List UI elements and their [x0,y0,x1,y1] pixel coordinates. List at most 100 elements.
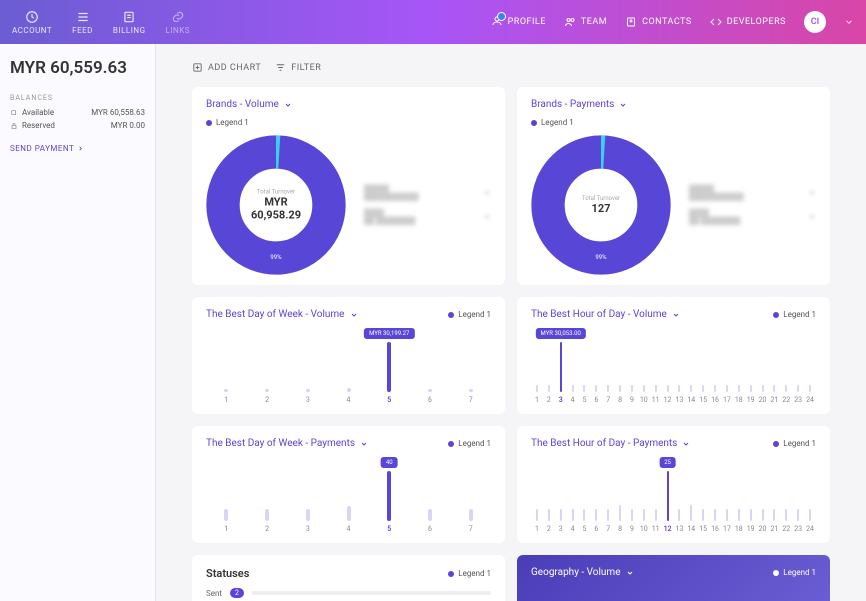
bar [265,509,269,522]
bar-label: 7 [469,525,473,533]
bar-col: 19 [745,509,757,533]
card-title[interactable]: The Best Hour of Day - Payments [531,438,690,449]
bar-label: 12 [664,396,672,404]
legend: Legend 1 [531,118,816,127]
tab-feed[interactable]: FEED [72,10,93,35]
bar-col: 1 [206,509,247,534]
bar-label: 17 [723,525,731,533]
bar [595,385,597,392]
bar-col: MYR 30,199.275 [369,342,410,404]
content: ADD CHART FILTER Brands - Volume Legend … [156,44,866,601]
nav-profile[interactable]: PROFILE [491,15,546,30]
card-title[interactable]: Brands - Payments [531,99,816,110]
bar-label: 16 [711,525,719,533]
bar-label: 6 [594,525,598,533]
tab-links[interactable]: LINKS [166,10,190,35]
bar-tooltip: 25 [659,457,676,468]
bar-col: 7 [602,509,614,533]
bar-label: 19 [747,396,755,404]
bar-label: 5 [387,525,391,533]
bar [595,509,597,521]
bar-label: 15 [699,396,707,404]
bar-col: 14 [685,505,697,533]
bar [306,389,310,392]
tab-billing[interactable]: BILLING [113,10,146,35]
card-title[interactable]: The Best Hour of Day - Volume [531,309,680,320]
add-chart-button[interactable]: ADD CHART [192,62,261,73]
bar [469,509,473,522]
tab-account[interactable]: ACCOUNT [12,10,52,35]
bar [428,389,432,392]
card-title[interactable]: Brands - Volume [206,99,491,110]
card-title: Statuses [206,567,249,580]
bar-col: 10 [638,509,650,533]
bar-col: 15 [697,509,709,533]
side-list: ████████████████ ██████ ████████ [689,185,816,225]
bar-col: 1 [531,385,543,404]
bar [750,385,752,392]
bar-col: 24 [804,509,816,533]
chevron-down-icon [284,101,292,109]
bar [347,388,351,392]
chevron-down-icon[interactable] [844,17,854,27]
bar [548,385,550,392]
bar-label: 12 [664,525,672,533]
chevron-right-icon [77,145,84,152]
bar-col: 4 [328,506,369,533]
card-hour-payments: The Best Hour of Day - Payments Legend 1… [517,426,830,543]
bar-col: 14 [685,385,697,404]
bar-label: 10 [640,525,648,533]
bar-label: 23 [794,525,802,533]
nav-developers[interactable]: DEVELOPERS [710,16,786,28]
bar-col: 1 [206,389,247,404]
chevron-down-icon [483,189,491,197]
bar [643,509,645,521]
bar [607,509,609,521]
bar-label: 3 [559,396,563,404]
balances-label: BALANCES [10,94,145,102]
send-payment-link[interactable]: SEND PAYMENT [10,144,145,153]
bar-col: 16 [709,385,721,404]
bar-label: 2 [547,525,551,533]
bar [809,509,811,521]
filter-button[interactable]: FILTER [275,62,321,73]
balance-total: MYR 60,559.63 [10,58,145,78]
balance-available: Available MYR 60,558.63 [10,108,145,117]
nav-team[interactable]: TEAM [564,16,607,28]
card-title[interactable]: Geography - Volume [531,567,634,578]
bar-col: 4 [567,385,579,404]
chevron-down-icon [619,101,627,109]
bar [536,385,538,392]
bar [572,509,574,521]
bar-col: 7 [450,389,491,404]
card-brands-payments: Brands - Payments Legend 1 Total Turnove… [517,87,830,285]
header-tabs: ACCOUNT FEED BILLING LINKS [12,10,190,35]
bar-label: 23 [794,396,802,404]
bar [655,385,657,392]
toolbar: ADD CHART FILTER [192,62,830,73]
bar [773,509,775,521]
plus-square-icon [192,62,203,73]
bar-label: 5 [582,525,586,533]
bar-col: 22 [780,385,792,404]
bar [536,509,538,521]
bar-col: 5 [579,385,591,404]
avatar[interactable]: CI [804,11,826,33]
card-title[interactable]: The Best Day of Week - Payments [206,438,368,449]
card-title[interactable]: The Best Day of Week - Volume [206,309,358,320]
bar-label: 5 [387,396,391,404]
bar-label: 11 [652,396,660,404]
chevron-down-icon [808,189,816,197]
bar [762,385,764,392]
clock-icon [25,10,39,24]
bar [714,509,716,521]
bar [387,471,391,521]
card-week-volume: The Best Day of Week - Volume Legend 1 1… [192,297,505,414]
nav-contacts[interactable]: CONTACTS [625,16,692,28]
bar [224,389,228,392]
bar-label: 8 [618,525,622,533]
bar [583,509,585,521]
bar-label: 24 [806,396,814,404]
bar-col: 17 [721,385,733,404]
legend: Legend 1 [206,118,491,127]
